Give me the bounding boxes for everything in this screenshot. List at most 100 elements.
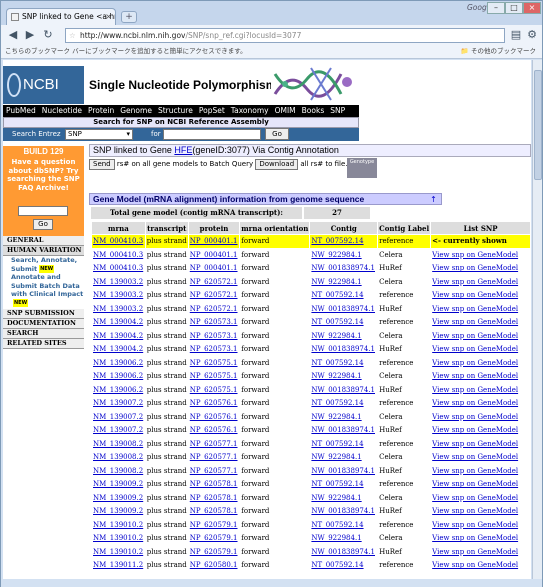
browser-tab[interactable]: SNP linked to Gene <a hre... × [6, 8, 116, 25]
mrna-link[interactable]: NM_000410.3 [93, 251, 143, 259]
list-snp-link[interactable]: View snp on GeneModel [432, 534, 518, 542]
mrna-link[interactable]: NM_139009.2 [93, 507, 143, 515]
download-button[interactable]: Download [255, 158, 299, 170]
contig-link[interactable]: NT_007592.14 [311, 237, 363, 245]
protein-link[interactable]: NP_620577.1 [190, 440, 238, 448]
protein-link[interactable]: NP_620576.1 [190, 413, 238, 421]
list-snp-link[interactable]: View snp on GeneModel [432, 561, 518, 569]
contig-link[interactable]: NW_922984.1 [311, 534, 361, 542]
mrna-link[interactable]: NM_139003.2 [93, 278, 143, 286]
nav-structure[interactable]: Structure [155, 106, 196, 115]
contig-link[interactable]: NW_001838974.1 [311, 386, 375, 394]
list-snp-link[interactable]: View snp on GeneModel [432, 413, 518, 421]
mrna-link[interactable]: NM_139011.2 [93, 561, 143, 569]
gene-link[interactable]: HFE [174, 145, 192, 155]
list-snp-link[interactable]: View snp on GeneModel [432, 278, 518, 286]
contig-link[interactable]: NW_922984.1 [311, 251, 361, 259]
list-snp-link[interactable]: View snp on GeneModel [432, 318, 518, 326]
list-snp-link[interactable]: View snp on GeneModel [432, 453, 518, 461]
list-snp-link[interactable]: View snp on GeneModel [432, 426, 518, 434]
mrna-link[interactable]: NM_139006.2 [93, 359, 143, 367]
mrna-link[interactable]: NM_139003.2 [93, 291, 143, 299]
forward-icon[interactable]: ▶ [23, 28, 37, 42]
menu-related-sites[interactable]: RELATED SITES [3, 338, 84, 349]
protein-link[interactable]: NP_000401.1 [190, 237, 238, 245]
protein-link[interactable]: NP_620578.1 [190, 494, 238, 502]
contig-link[interactable]: NW_922984.1 [311, 453, 361, 461]
contig-link[interactable]: NT_007592.14 [311, 359, 363, 367]
list-snp-link[interactable]: View snp on GeneModel [432, 332, 518, 340]
protein-link[interactable]: NP_620575.1 [190, 359, 238, 367]
contig-link[interactable]: NT_007592.14 [311, 291, 363, 299]
contig-link[interactable]: NW_922984.1 [311, 372, 361, 380]
send-button[interactable]: Send [89, 158, 115, 170]
search-input[interactable] [163, 129, 261, 140]
nav-protein[interactable]: Protein [85, 106, 117, 115]
list-snp-link[interactable]: View snp on GeneModel [432, 386, 518, 394]
protein-link[interactable]: NP_620579.1 [190, 534, 238, 542]
contig-link[interactable]: NW_001838974.1 [311, 345, 375, 353]
protein-link[interactable]: NP_620579.1 [190, 548, 238, 556]
close-window-icon[interactable]: × [523, 2, 541, 14]
new-tab-button[interactable]: + [121, 11, 137, 23]
mrna-link[interactable]: NM_139009.2 [93, 480, 143, 488]
mrna-link[interactable]: NM_139008.2 [93, 453, 143, 461]
mrna-link[interactable]: NM_139006.2 [93, 386, 143, 394]
reload-icon[interactable]: ↻ [41, 28, 55, 42]
nav-genome[interactable]: Genome [117, 106, 155, 115]
faq-go-button[interactable]: Go [33, 219, 53, 230]
contig-link[interactable]: NW_001838974.1 [311, 426, 375, 434]
mrna-link[interactable]: NM_139004.2 [93, 332, 143, 340]
star-icon[interactable]: ☆ [69, 29, 76, 42]
other-bookmarks[interactable]: 📁 その他のブックマーク [461, 45, 536, 58]
mrna-link[interactable]: NM_139004.2 [93, 318, 143, 326]
mrna-link[interactable]: NM_139007.2 [93, 426, 143, 434]
mrna-link[interactable]: NM_139007.2 [93, 413, 143, 421]
contig-link[interactable]: NW_922984.1 [311, 278, 361, 286]
contig-link[interactable]: NW_922984.1 [311, 332, 361, 340]
contig-link[interactable]: NT_007592.14 [311, 318, 363, 326]
protein-link[interactable]: NP_620575.1 [190, 386, 238, 394]
list-snp-link[interactable]: View snp on GeneModel [432, 264, 518, 272]
close-tab-icon[interactable]: × [105, 9, 112, 25]
list-snp-link[interactable]: View snp on GeneModel [432, 399, 518, 407]
protein-link[interactable]: NP_620580.1 [190, 561, 238, 569]
nav-books[interactable]: Books [299, 106, 328, 115]
list-snp-link[interactable]: View snp on GeneModel [432, 372, 518, 380]
mrna-link[interactable]: NM_139009.2 [93, 494, 143, 502]
maximize-icon[interactable]: □ [505, 2, 523, 14]
contig-link[interactable]: NT_007592.14 [311, 440, 363, 448]
nav-taxonomy[interactable]: Taxonomy [228, 106, 272, 115]
protein-link[interactable]: NP_620572.1 [190, 278, 238, 286]
list-snp-link[interactable]: View snp on GeneModel [432, 305, 518, 313]
contig-link[interactable]: NW_922984.1 [311, 413, 361, 421]
list-snp-link[interactable]: View snp on GeneModel [432, 507, 518, 515]
back-icon[interactable]: ◀ [6, 28, 20, 42]
protein-link[interactable]: NP_620572.1 [190, 305, 238, 313]
mrna-link[interactable]: NM_139008.2 [93, 440, 143, 448]
protein-link[interactable]: NP_620577.1 [190, 453, 238, 461]
sidebar-link[interactable]: with Clinical Impact [3, 290, 84, 299]
mrna-link[interactable]: NM_139010.2 [93, 548, 143, 556]
minimize-icon[interactable]: – [487, 2, 505, 14]
contig-link[interactable]: NW_001838974.1 [311, 467, 375, 475]
contig-link[interactable]: NT_007592.14 [311, 521, 363, 529]
contig-link[interactable]: NT_007592.14 [311, 561, 363, 569]
menu-snp-submission[interactable]: SNP SUBMISSION [3, 308, 84, 319]
list-snp-link[interactable]: View snp on GeneModel [432, 440, 518, 448]
protein-link[interactable]: NP_000401.1 [190, 264, 238, 272]
menu-human-variation[interactable]: HUMAN VARIATION [3, 246, 84, 256]
search-go-button[interactable]: Go [265, 128, 289, 140]
mrna-link[interactable]: NM_139007.2 [93, 399, 143, 407]
list-snp-link[interactable]: View snp on GeneModel [432, 521, 518, 529]
wrench-icon[interactable]: ⚙ [525, 28, 539, 42]
list-snp-link[interactable]: View snp on GeneModel [432, 467, 518, 475]
list-snp-link[interactable]: View snp on GeneModel [432, 251, 518, 259]
nav-nucleotide[interactable]: Nucleotide [39, 106, 85, 115]
nav-pubmed[interactable]: PubMed [3, 106, 39, 115]
protein-link[interactable]: NP_620573.1 [190, 318, 238, 326]
database-select[interactable]: SNP ▾ [65, 129, 133, 140]
up-arrow-icon[interactable]: ↑ [427, 195, 440, 204]
sidebar-link[interactable]: Submit NEW [3, 264, 84, 273]
contig-link[interactable]: NW_001838974.1 [311, 305, 375, 313]
